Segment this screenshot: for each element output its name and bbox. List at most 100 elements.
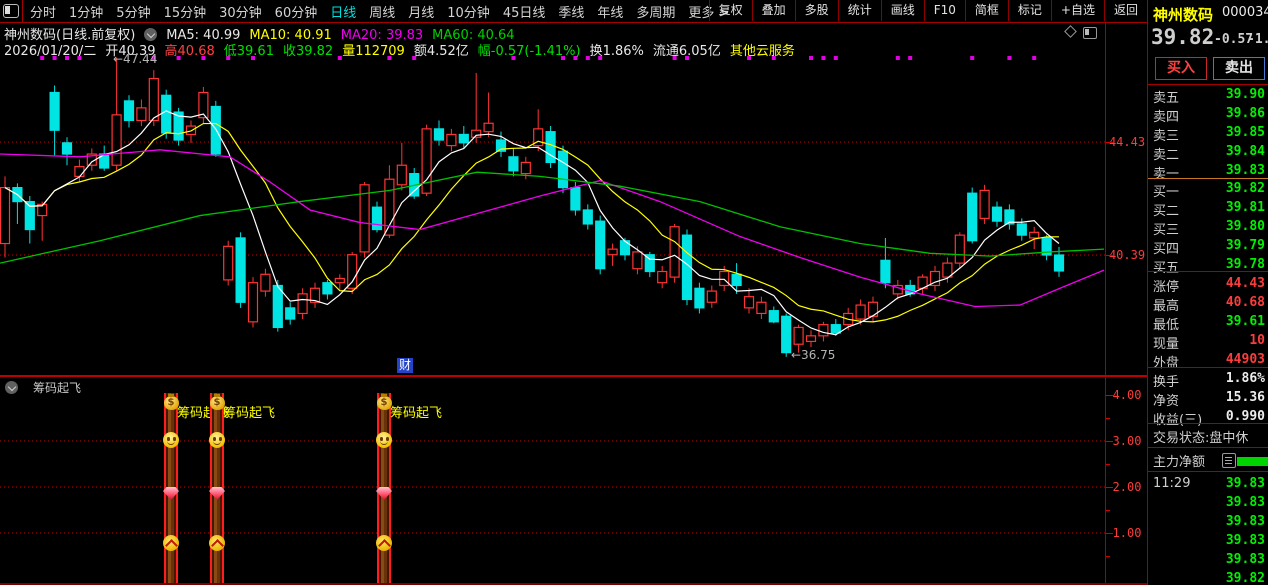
period-tab[interactable]: 1分钟 bbox=[69, 2, 103, 21]
low-annotation: ←36.75 bbox=[791, 348, 835, 362]
layout-toggle-button[interactable] bbox=[0, 0, 23, 22]
divider bbox=[1148, 178, 1268, 179]
sell-button[interactable]: 卖出 bbox=[1213, 57, 1265, 80]
period-tab[interactable]: 30分钟 bbox=[219, 2, 262, 21]
ask-label[interactable]: 卖一 bbox=[1153, 163, 1179, 182]
info-segment: 收39.82 bbox=[283, 44, 333, 59]
bid-value[interactable]: 39.82 bbox=[1226, 181, 1265, 196]
signal-label: 筹码起飞 bbox=[390, 402, 442, 421]
list-icon[interactable] bbox=[1222, 453, 1236, 468]
divider bbox=[1148, 447, 1268, 448]
last-price: 39.82 bbox=[1151, 25, 1214, 49]
info-segment: 幅-0.57(-1.41%) bbox=[478, 44, 581, 59]
divider bbox=[1148, 367, 1268, 368]
chart-area[interactable]: 神州数码(日线.前复权)MA5: 40.99MA10: 40.91MA20: 3… bbox=[0, 22, 1105, 583]
toolbar-button[interactable]: 返回 bbox=[1104, 0, 1147, 21]
stat-value: 1.86% bbox=[1226, 371, 1265, 386]
chevron-down-icon[interactable] bbox=[5, 381, 18, 394]
ask-value[interactable]: 39.85 bbox=[1226, 125, 1265, 140]
toolbar-button[interactable]: 多股 bbox=[795, 0, 838, 21]
period-tab[interactable]: 月线 bbox=[408, 2, 434, 21]
period-tab[interactable]: 分时 bbox=[30, 2, 56, 21]
tick-value: 39.83 bbox=[1226, 476, 1265, 491]
ask-value[interactable]: 39.83 bbox=[1226, 163, 1265, 178]
bid-label[interactable]: 买四 bbox=[1153, 238, 1179, 257]
period-tab[interactable]: 周线 bbox=[369, 2, 395, 21]
bid-label[interactable]: 买五 bbox=[1153, 257, 1179, 276]
info-segment: 其他云服务 bbox=[730, 44, 795, 59]
info-segment: 高40.68 bbox=[165, 44, 215, 59]
stat-label: 最高 bbox=[1153, 295, 1179, 314]
period-tab[interactable]: 日线 bbox=[330, 2, 356, 21]
toolbar-button[interactable]: F10 bbox=[924, 0, 965, 21]
period-tab[interactable]: 45日线 bbox=[503, 2, 546, 21]
ask-value[interactable]: 39.90 bbox=[1226, 87, 1265, 102]
bid-label[interactable]: 买三 bbox=[1153, 219, 1179, 238]
toolbar-button[interactable]: 标记 bbox=[1008, 0, 1051, 21]
smiley-icon bbox=[376, 432, 392, 448]
toolbar-button[interactable]: 叠加 bbox=[752, 0, 795, 21]
top-toolbar: 分时 1分钟 5分钟 15分钟 30分钟 60分钟日线周线月线 10分钟 45日线季线年线多周… bbox=[0, 0, 1148, 23]
info-segment: 流通6.05亿 bbox=[653, 44, 721, 59]
ask-label[interactable]: 卖五 bbox=[1153, 87, 1179, 106]
bid-value[interactable]: 39.81 bbox=[1226, 200, 1265, 215]
divider bbox=[1148, 271, 1268, 272]
stat-label: 净资 bbox=[1153, 390, 1179, 409]
bid-value[interactable]: 39.80 bbox=[1226, 219, 1265, 234]
toolbar-buttons: 复权叠加多股统计画线F10简框标记+自选返回 bbox=[709, 0, 1147, 21]
moneybag-icon: $ bbox=[210, 396, 225, 410]
coin-up-icon bbox=[376, 535, 392, 551]
stat-label: 现量 bbox=[1153, 333, 1179, 352]
period-tabs: 分时 1分钟 5分钟 15分钟 30分钟 60分钟日线周线月线 10分钟 45日线季线年线多周… bbox=[30, 0, 729, 22]
stock-code: 000034 bbox=[1222, 5, 1268, 20]
toolbar-button[interactable]: +自选 bbox=[1051, 0, 1104, 21]
stat-label: 收益(三) bbox=[1153, 409, 1202, 428]
quote-panel: 神州数码 000034 39.82 -0.57 -1.41% 买入 卖出 卖五3… bbox=[1147, 0, 1268, 585]
toolbar-button[interactable]: 画线 bbox=[881, 0, 924, 21]
info-segment: 2026/01/20/二 bbox=[4, 44, 96, 59]
trading-terminal: 分时 1分钟 5分钟 15分钟 30分钟 60分钟日线周线月线 10分钟 45日线季线年线多周… bbox=[0, 0, 1268, 585]
panel-separator bbox=[0, 375, 1148, 377]
ask-label[interactable]: 卖四 bbox=[1153, 106, 1179, 125]
bid-value[interactable]: 39.78 bbox=[1226, 257, 1265, 272]
period-tab[interactable]: 5分钟 bbox=[116, 2, 150, 21]
info-segment: 换1.86% bbox=[590, 44, 644, 59]
toolbar-button[interactable]: 统计 bbox=[838, 0, 881, 21]
indicator-name: 筹码起飞 bbox=[33, 379, 81, 396]
bid-label[interactable]: 买二 bbox=[1153, 200, 1179, 219]
ask-label[interactable]: 卖三 bbox=[1153, 125, 1179, 144]
period-tab[interactable]: 15分钟 bbox=[164, 2, 207, 21]
info-segment: 额4.52亿 bbox=[414, 44, 469, 59]
period-tab[interactable]: 季线 bbox=[558, 2, 584, 21]
period-tab[interactable]: 60分钟 bbox=[275, 2, 318, 21]
toolbar-button[interactable]: 简框 bbox=[965, 0, 1008, 21]
stat-value: 0.990 bbox=[1226, 409, 1265, 424]
ask-value[interactable]: 39.86 bbox=[1226, 106, 1265, 121]
stat-label: 最低 bbox=[1153, 314, 1179, 333]
tick-value: 39.83 bbox=[1226, 495, 1265, 510]
ask-value[interactable]: 39.84 bbox=[1226, 144, 1265, 159]
buy-button[interactable]: 买入 bbox=[1155, 57, 1207, 80]
price-axis: 44.4340.394.003.002.001.00 bbox=[1105, 22, 1149, 583]
high-annotation: ←47.44 bbox=[113, 52, 157, 66]
bid-label[interactable]: 买一 bbox=[1153, 181, 1179, 200]
indicator-header: 筹码起飞 bbox=[5, 379, 81, 396]
stat-label: 外盘 bbox=[1153, 352, 1179, 371]
period-tab[interactable]: 年线 bbox=[597, 2, 623, 21]
divider bbox=[1148, 423, 1268, 424]
tick-value: 39.83 bbox=[1226, 514, 1265, 529]
bid-value[interactable]: 39.79 bbox=[1226, 238, 1265, 253]
window-split-icon[interactable] bbox=[1083, 27, 1097, 39]
ask-label[interactable]: 卖二 bbox=[1153, 144, 1179, 163]
stat-value: 44903 bbox=[1226, 352, 1265, 367]
diamond-icon[interactable] bbox=[1066, 27, 1075, 36]
stat-label: 换手 bbox=[1153, 371, 1179, 390]
main-force-bar bbox=[1237, 457, 1268, 466]
stat-value: 44.43 bbox=[1226, 276, 1265, 291]
coin-up-icon bbox=[163, 535, 179, 551]
period-tab[interactable]: 多周期 bbox=[636, 2, 675, 21]
tick-value: 39.82 bbox=[1226, 571, 1265, 585]
period-tab[interactable]: 10分钟 bbox=[447, 2, 490, 21]
coin-up-icon bbox=[209, 535, 225, 551]
toolbar-button[interactable]: 复权 bbox=[709, 0, 752, 21]
